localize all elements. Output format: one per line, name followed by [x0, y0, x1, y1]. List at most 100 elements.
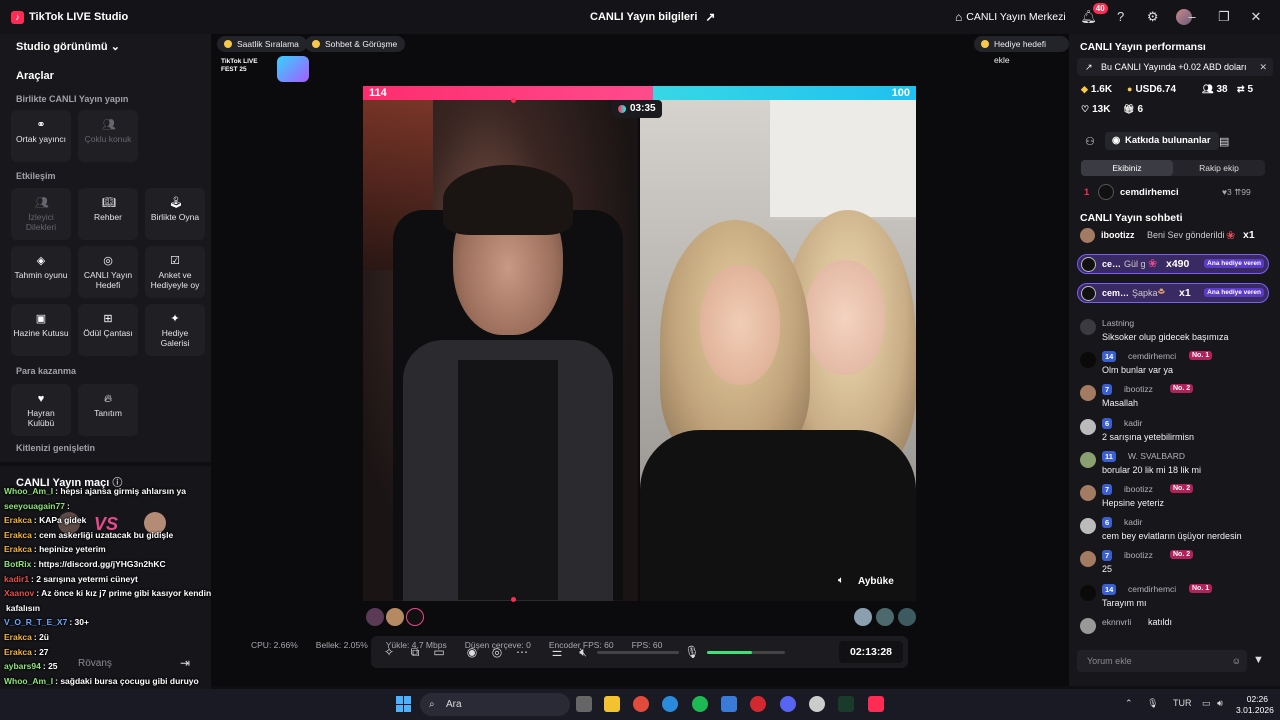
system-clock[interactable]: 02:26 3.01.2026	[1236, 694, 1274, 716]
title-actions: ⌂ CANLI Yayın Merkezi 🔔︎ 40 ? ⚙	[955, 3, 1192, 26]
speaker-volume-slider[interactable]	[597, 651, 679, 654]
chat-message[interactable]: 14 cemdirhemci No. 1 Tarayım mı	[1080, 582, 1270, 612]
chat-message[interactable]: eknnvrli katıldı	[1080, 615, 1270, 645]
joystick-icon: 🕹︎	[169, 197, 183, 209]
gift-count: x490	[1166, 258, 1190, 270]
tool-poll[interactable]: ☑ Anket ve Hediyeyle oy	[145, 246, 205, 298]
section-expand: Kitlenizi genişletin	[16, 443, 96, 453]
comment-input[interactable]: Yorum ekle ☺	[1077, 650, 1247, 672]
tiktok-studio-icon[interactable]	[868, 696, 884, 712]
chrome-icon[interactable]	[633, 696, 649, 712]
opponent-score-fill	[653, 86, 916, 100]
top-gifter-tag: Ana hediye veren	[1204, 288, 1264, 297]
language-indicator[interactable]: TUR	[1173, 698, 1192, 708]
opera-icon[interactable]	[750, 696, 766, 712]
chat-message[interactable]: 14 cemdirhemci No. 1 Olm bunlar var ya	[1080, 349, 1270, 379]
add-user-icon[interactable]: ⚇	[1085, 135, 1095, 148]
rematch-button[interactable]: Rövanş	[78, 658, 112, 669]
contributors-label: Katkıda bulunanlar	[1125, 135, 1211, 146]
chat-message[interactable]: 11 W. SVALBARD borular 20 lik mi 18 lik mi	[1080, 449, 1270, 479]
chat-text: Olm bunlar var ya	[1102, 365, 1174, 376]
diamonds-value: 1.6K	[1090, 84, 1113, 95]
chat-text: katıldı	[1148, 616, 1173, 627]
tab-rival-team[interactable]: Rakip ekip	[1173, 160, 1265, 176]
tool-multi-guest[interactable]: 👥︎ Çoklu konuk	[78, 110, 138, 162]
close-icon[interactable]: ✕	[1259, 58, 1267, 76]
vs-label: VS	[94, 514, 119, 534]
gift-goal-chip[interactable]: Hediye hedefi ekle	[974, 36, 1069, 65]
tool-cohost[interactable]: ⚭ Ortak yayıncı	[11, 110, 71, 162]
live-center-button[interactable]: ⌂ CANLI Yayın Merkezi	[955, 10, 1066, 24]
discord-icon[interactable]	[780, 696, 796, 712]
list-icon[interactable]: ▤	[1219, 135, 1229, 148]
tool-label: Anket ve Hediyeyle oy	[150, 270, 200, 290]
network-icon[interactable]: ▭	[1202, 698, 1211, 708]
chat-username: ibootizz	[1124, 484, 1153, 494]
tool-fan-club[interactable]: ♥ Hayran Kulübü	[11, 384, 71, 436]
opponent-name: Aybüke	[858, 576, 894, 587]
contributor-row[interactable]: 1 cemdirhemci ♥3 ⇈99	[1080, 184, 1270, 202]
tool-treasure-box[interactable]: ▣ Hazine Kutusu	[11, 304, 71, 356]
avatar	[1081, 257, 1096, 272]
filter-icon[interactable]: ▼	[1253, 654, 1264, 666]
app-icon[interactable]	[721, 696, 737, 712]
exit-icon[interactable]: ⇥	[180, 656, 196, 672]
spotify-icon[interactable]	[692, 696, 708, 712]
chat-meet-chip[interactable]: Sohbet & Görüşme	[305, 36, 406, 52]
section-earn: Para kazanma	[16, 366, 77, 376]
settings-gear-icon[interactable]: ⚙	[1144, 8, 1162, 26]
notification-bell-icon[interactable]: 🔔︎ 40	[1080, 3, 1108, 26]
target-icon: ◎	[103, 255, 113, 267]
file-explorer-icon[interactable]	[604, 696, 620, 712]
tool-viewer-requests[interactable]: 👥︎ İzleyici Dilekleri	[11, 188, 71, 240]
close-icon[interactable]: ✕	[1246, 7, 1266, 27]
volume-icon[interactable]: 🔊︎	[1217, 698, 1223, 708]
cpu-stat: CPU: 2.66%	[251, 640, 298, 650]
notification-count: 40	[1092, 3, 1108, 14]
shares-stat: ⇄ 5	[1237, 84, 1253, 95]
gift-message: Gül g	[1124, 259, 1146, 269]
tool-promotion[interactable]: 🔥︎ Tanıtım	[78, 384, 138, 436]
tool-live-goal[interactable]: ◎ CANLI Yayın Hedefi	[78, 246, 138, 298]
hourly-ranking-chip[interactable]: Saatlik Sıralama	[217, 36, 307, 52]
mic-volume-slider[interactable]	[707, 651, 785, 654]
chat-message[interactable]: Lastning Siksoker olup gidecek başımıza	[1080, 316, 1270, 346]
task-view-icon[interactable]	[576, 696, 592, 712]
taskbar-search[interactable]: ⌕ Ara	[420, 693, 570, 716]
speaker-icon[interactable]: 🔈︎	[838, 575, 844, 586]
chat-message[interactable]: 6 kadir 2 sarışına yetebilirmisn	[1080, 416, 1270, 446]
bag-icon: ⊞	[103, 313, 113, 325]
app-icon[interactable]	[838, 696, 854, 712]
users-icon: ◉	[1112, 135, 1121, 146]
tool-gift-gallery[interactable]: ✦ Hediye Galerisi	[145, 304, 205, 356]
match-host-avatar	[58, 512, 80, 534]
chat-message[interactable]: 7 ibootizz No. 2 Hepsine yeteriz	[1080, 482, 1270, 512]
gifter-name: ibootizz	[1101, 230, 1135, 240]
live-match-panel: CANLI Yayın maçı ⓘ VS Rövanş ⇥	[0, 466, 211, 720]
maximize-icon[interactable]: ❐	[1214, 7, 1234, 27]
chat-message[interactable]: 7 ibootizz No. 2 Masallah	[1080, 382, 1270, 412]
match-title: CANLI Yayın maçı ⓘ	[16, 474, 122, 489]
live-info-button[interactable]: CANLI Yayın bilgileri ↗	[590, 10, 715, 24]
tool-guess-game[interactable]: ◈ Tahmin oyunu	[11, 246, 71, 298]
avatar	[1080, 485, 1096, 501]
tool-play-together[interactable]: 🕹︎ Birlikte Oyna	[145, 188, 205, 240]
tool-reward-bag[interactable]: ⊞ Ödül Çantası	[78, 304, 138, 356]
chat-message[interactable]: 7 ibootizz No. 2 25	[1080, 548, 1270, 578]
emoji-icon[interactable]: ☺	[1232, 650, 1241, 672]
tool-guide[interactable]: 📖︎ Rehber	[78, 188, 138, 240]
chat-message[interactable]: 6 kadir cem bey evlatların üşüyor nerdesin	[1080, 515, 1270, 545]
chevron-up-icon[interactable]: ⌃	[1125, 698, 1133, 708]
edge-icon[interactable]	[662, 696, 678, 712]
help-icon[interactable]: ?	[1112, 8, 1130, 26]
microphone-icon[interactable]: 🎙︎	[684, 644, 700, 660]
app-icon[interactable]	[809, 696, 825, 712]
windows-start-icon[interactable]	[396, 696, 412, 712]
studio-view-dropdown[interactable]: Studio görünümü ⌄	[16, 40, 120, 53]
search-icon: ⌕	[429, 699, 435, 710]
contributors-button[interactable]: ◉ Katkıda bulunanlar	[1105, 132, 1219, 150]
help-icon[interactable]: ⓘ	[112, 478, 122, 489]
microphone-icon[interactable]: 🎙︎	[1147, 698, 1158, 708]
minimize-icon[interactable]: –	[1182, 7, 1202, 27]
tab-our-team[interactable]: Ekibiniz	[1081, 160, 1173, 176]
